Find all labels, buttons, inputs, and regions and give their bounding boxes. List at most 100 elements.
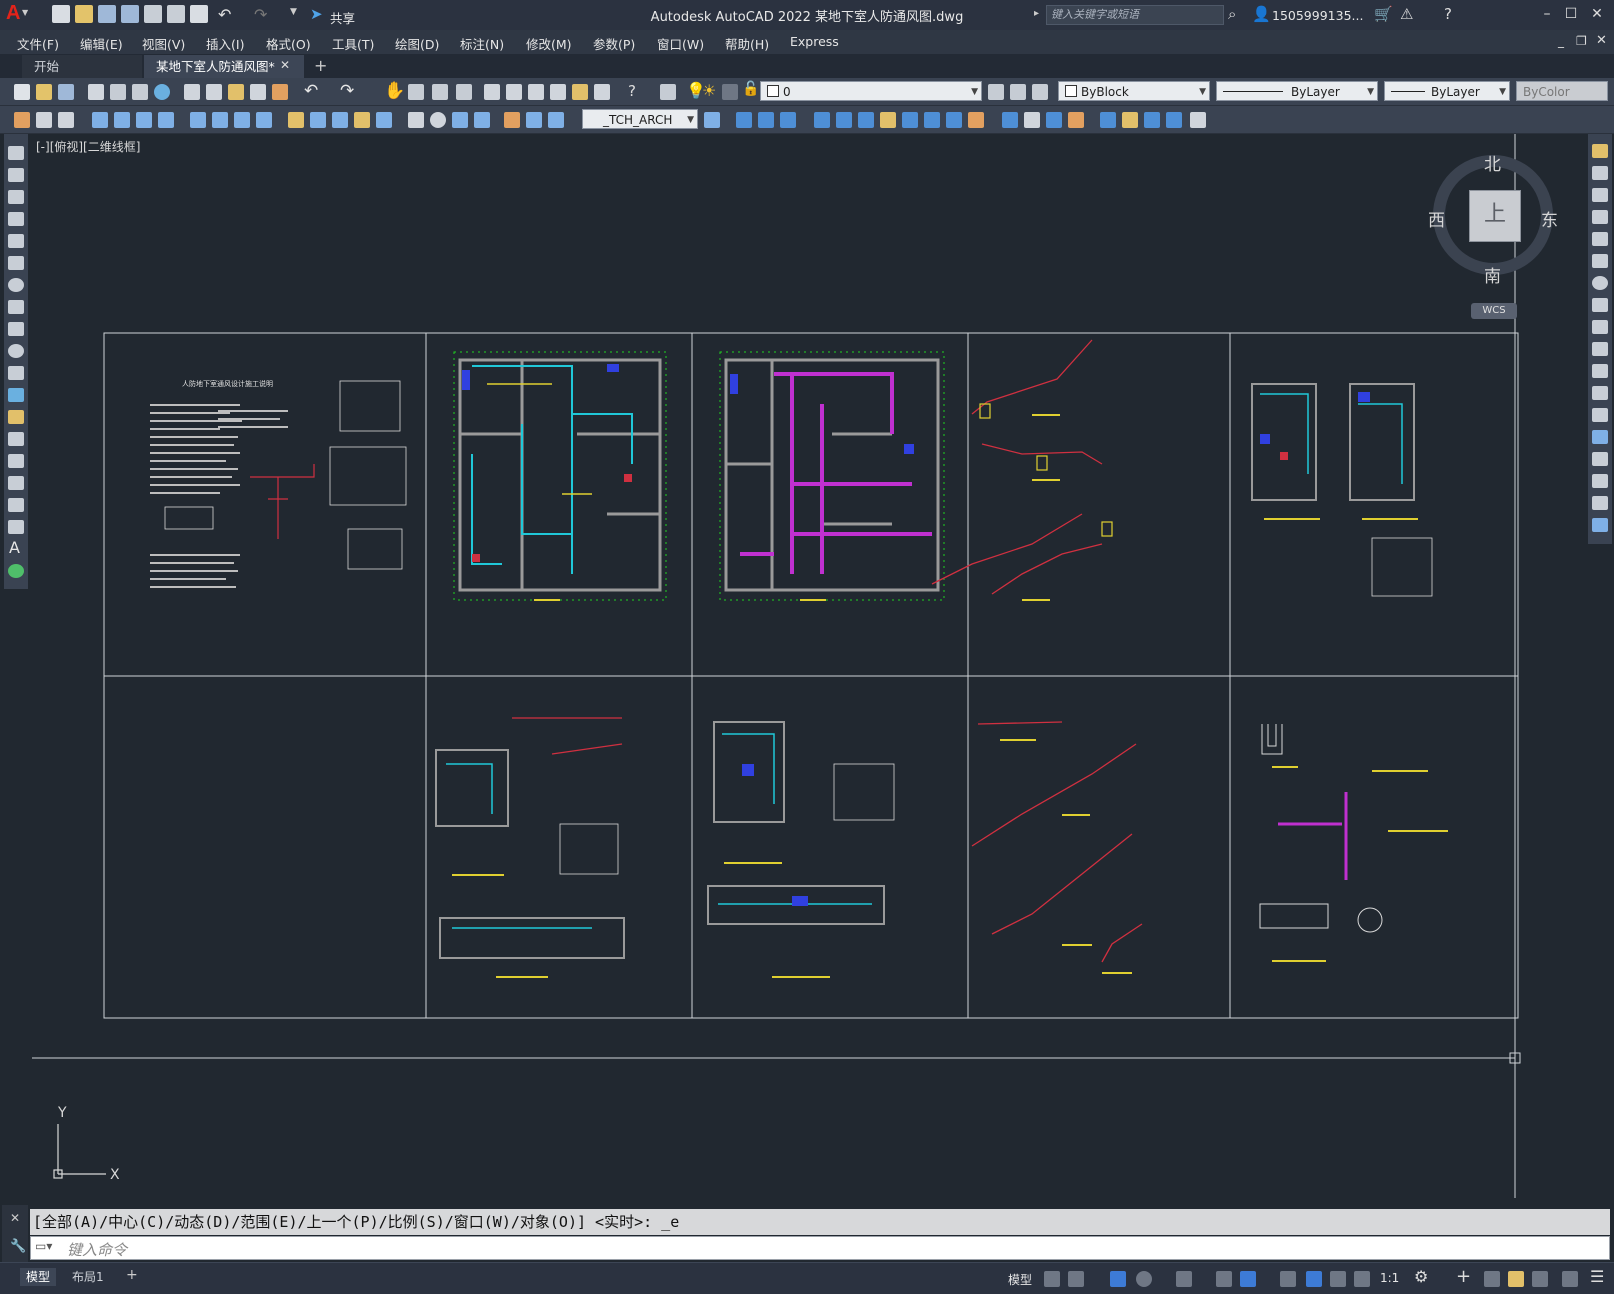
extend-icon[interactable] <box>1592 364 1608 378</box>
baseline-dim-icon[interactable] <box>310 112 326 128</box>
doc-restore-icon[interactable]: ❐ <box>1576 34 1587 48</box>
layer-properties-icon[interactable] <box>660 84 676 100</box>
share-button[interactable]: 共享 <box>330 8 355 27</box>
plus-icon[interactable]: + <box>1456 1266 1471 1287</box>
new-tab-icon[interactable]: + <box>314 56 327 75</box>
construction-line-icon[interactable] <box>8 168 24 182</box>
menu-format[interactable]: 格式(O) <box>266 34 311 53</box>
menu-express[interactable]: Express <box>790 34 839 49</box>
plot-preview-icon[interactable] <box>110 84 126 100</box>
auto-scale-icon[interactable] <box>1330 1271 1346 1287</box>
lineweight-icon[interactable] <box>1280 1271 1296 1287</box>
modify-10-icon[interactable] <box>946 112 962 128</box>
cart-icon[interactable]: 🛒 <box>1374 5 1393 23</box>
quick-dim-icon[interactable] <box>288 112 304 128</box>
search-icon[interactable]: ⌕ <box>1228 5 1236 23</box>
hatch-icon[interactable] <box>8 454 24 468</box>
maximize-window-icon[interactable]: ☐ <box>1560 4 1582 24</box>
qnew-icon[interactable] <box>14 84 30 100</box>
search-input[interactable]: 键入关键字或短语 <box>1046 5 1224 25</box>
layout-tab-1[interactable]: 布局1 <box>66 1268 110 1286</box>
compass-north-label[interactable]: 北 <box>1484 150 1501 175</box>
break-icon[interactable] <box>1592 408 1608 422</box>
undo-icon[interactable]: ↶ <box>218 5 231 24</box>
match-properties-icon[interactable] <box>250 84 266 100</box>
dim-space-icon[interactable] <box>354 112 370 128</box>
menu-help[interactable]: 帮助(H) <box>725 34 769 53</box>
command-input[interactable]: ▭▾ 键入命令 <box>30 1236 1610 1260</box>
tool-palettes-icon[interactable] <box>528 84 544 100</box>
autodesk-app-icon[interactable]: ⚠ <box>1400 5 1413 23</box>
ordinate-dim-icon[interactable] <box>158 112 174 128</box>
share-icon[interactable]: ➤ <box>310 5 323 23</box>
layout-tab-model[interactable]: 模型 <box>20 1268 57 1286</box>
user-icon[interactable]: 👤 <box>1252 5 1271 23</box>
close-window-icon[interactable]: ✕ <box>1586 4 1608 24</box>
layer-states-icon[interactable] <box>1032 84 1048 100</box>
modify-11-icon[interactable] <box>968 112 984 128</box>
line-icon[interactable] <box>8 146 24 160</box>
rotate-icon[interactable] <box>1592 276 1608 290</box>
modify-8-icon[interactable] <box>902 112 918 128</box>
user-account-label[interactable]: 1505999135... <box>1272 8 1363 23</box>
modify-1-icon[interactable] <box>736 112 752 128</box>
lineweight-dropdown[interactable]: ByLayer ▼ <box>1384 81 1510 101</box>
modify-14-icon[interactable] <box>1046 112 1062 128</box>
compass-west-label[interactable]: 西 <box>1428 206 1445 231</box>
properties-icon[interactable] <box>484 84 500 100</box>
layer-dropdown[interactable]: 0 ▼ <box>760 81 982 101</box>
tool-1-icon[interactable] <box>14 112 30 128</box>
modify-7-icon[interactable] <box>880 112 896 128</box>
plot-icon[interactable] <box>88 84 104 100</box>
circle-icon[interactable] <box>8 278 24 292</box>
grid-icon[interactable] <box>1044 1271 1060 1287</box>
dim-update-icon[interactable] <box>548 112 564 128</box>
diameter-dim-icon[interactable] <box>234 112 250 128</box>
modify-3-icon[interactable] <box>780 112 796 128</box>
rectangle-icon[interactable] <box>8 234 24 248</box>
modify-5-icon[interactable] <box>836 112 852 128</box>
dim-text-edit-icon[interactable] <box>526 112 542 128</box>
modify-19-icon[interactable] <box>1166 112 1182 128</box>
modify-12-icon[interactable] <box>1002 112 1018 128</box>
inspection-icon[interactable] <box>452 112 468 128</box>
new-file-icon[interactable] <box>52 5 70 23</box>
doc-minimize-icon[interactable]: _ <box>1558 34 1564 48</box>
region-icon[interactable] <box>8 498 24 512</box>
customization-menu-icon[interactable]: ☰ <box>1590 1267 1604 1286</box>
scale-icon[interactable] <box>1592 298 1608 312</box>
menu-parametric[interactable]: 参数(P) <box>593 34 635 53</box>
menu-file[interactable]: 文件(F) <box>17 34 59 53</box>
break-at-point-icon[interactable] <box>1592 386 1608 400</box>
modify-18-icon[interactable] <box>1144 112 1160 128</box>
linetype-dropdown[interactable]: ByLayer ▼ <box>1216 81 1378 101</box>
join-icon[interactable] <box>1592 430 1608 444</box>
point-icon[interactable] <box>8 432 24 446</box>
menu-dimension[interactable]: 标注(N) <box>460 34 504 53</box>
modify-15-icon[interactable] <box>1068 112 1084 128</box>
tolerance-icon[interactable] <box>408 112 424 128</box>
design-center-icon[interactable] <box>506 84 522 100</box>
wcs-dropdown[interactable]: WCS <box>1471 303 1517 319</box>
copy-object-icon[interactable] <box>1592 166 1608 180</box>
clean-screen-icon[interactable] <box>1562 1271 1578 1287</box>
tool-2-icon[interactable] <box>36 112 52 128</box>
add-layout-icon[interactable]: + <box>126 1267 138 1283</box>
customize-qat-icon[interactable]: ▼ <box>290 7 297 17</box>
ellipse-icon[interactable] <box>8 344 24 358</box>
plot-icon[interactable] <box>190 5 208 23</box>
save-icon[interactable] <box>58 84 74 100</box>
menu-insert[interactable]: 插入(I) <box>206 34 244 53</box>
paste-icon[interactable] <box>228 84 244 100</box>
model-space-button[interactable]: 模型 <box>1008 1271 1032 1288</box>
search-expand-icon[interactable]: ▸ <box>1034 8 1039 19</box>
open-icon[interactable] <box>36 84 52 100</box>
close-icon[interactable]: ✕ <box>10 1211 20 1225</box>
menu-tools[interactable]: 工具(T) <box>332 34 374 53</box>
hardware-acceleration-icon[interactable] <box>1532 1271 1548 1287</box>
angular-dim-icon[interactable] <box>256 112 272 128</box>
layer-viewport-icon[interactable] <box>722 84 738 100</box>
erase-icon[interactable] <box>1592 144 1608 158</box>
redo-icon[interactable]: ↷ <box>340 81 354 101</box>
jogged-dim-icon[interactable] <box>212 112 228 128</box>
